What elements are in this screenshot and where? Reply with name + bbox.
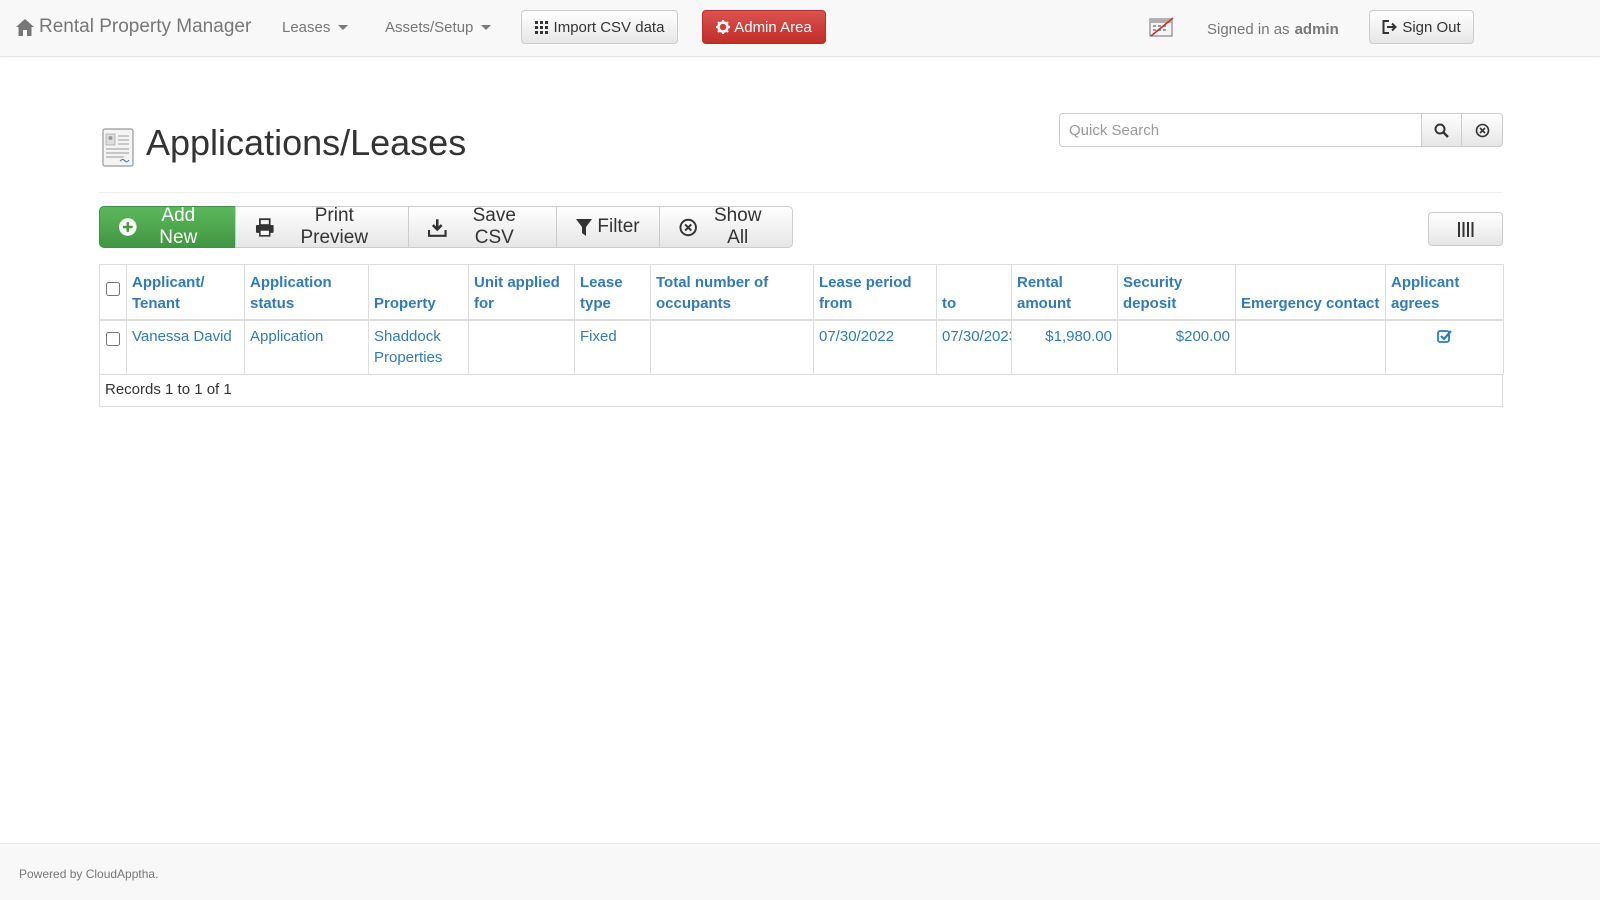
- column-chooser-button[interactable]: [1428, 212, 1503, 246]
- cell-deposit[interactable]: $200.00: [1117, 319, 1236, 375]
- add-new-label: Add New: [159, 205, 198, 248]
- column-header-property[interactable]: Property: [368, 264, 469, 321]
- filter-label: Filter: [597, 216, 640, 237]
- plus-circle-icon: [119, 218, 137, 236]
- applications-table: Applicant/ Tenant Application status Pro…: [99, 264, 1504, 375]
- document-icon: [100, 128, 136, 172]
- calendar-icon[interactable]: [1149, 16, 1175, 42]
- caret-down-icon: [338, 24, 349, 30]
- row-select-checkbox[interactable]: [106, 331, 120, 346]
- column-header-status[interactable]: Application status: [244, 264, 369, 321]
- column-header-occupants[interactable]: Total number of occupants: [650, 264, 814, 321]
- column-header-lease-type[interactable]: Lease type: [574, 264, 651, 321]
- select-all-cell: [99, 264, 127, 321]
- filter-button[interactable]: Filter: [556, 206, 660, 248]
- signed-in-text: Signed in as admin: [1207, 18, 1339, 40]
- checked-box-icon: [1437, 329, 1452, 343]
- table-header-row: Applicant/ Tenant Application status Pro…: [99, 264, 1504, 321]
- cell-agrees[interactable]: [1385, 319, 1504, 375]
- cell-rent[interactable]: $1,980.00: [1011, 319, 1118, 375]
- gear-icon: [716, 20, 731, 34]
- menu-leases[interactable]: Leases: [282, 16, 349, 38]
- cell-to[interactable]: 07/30/2023: [936, 319, 1012, 375]
- column-header-rent[interactable]: Rental amount: [1011, 264, 1118, 321]
- table-row[interactable]: Vanessa David Application Shaddock Prope…: [99, 319, 1504, 375]
- print-preview-label: Print Preview: [300, 205, 369, 248]
- add-new-button[interactable]: Add New: [99, 205, 236, 248]
- filter-icon: [576, 218, 593, 236]
- cell-tenant[interactable]: Vanessa David: [126, 319, 245, 375]
- action-toolbar: Add New Print Preview Save CSV Filter Sh…: [99, 205, 793, 248]
- download-icon: [428, 218, 447, 237]
- page-title: Applications/Leases: [146, 122, 467, 163]
- admin-area-label: Admin Area: [734, 18, 812, 36]
- column-header-to[interactable]: to: [936, 264, 1012, 321]
- column-header-emergency-contact[interactable]: Emergency contact: [1235, 264, 1386, 321]
- cell-property[interactable]: Shaddock Properties: [368, 319, 469, 375]
- caret-down-icon: [481, 24, 492, 30]
- cell-emergency-contact[interactable]: [1235, 319, 1386, 375]
- menu-assets-label: Assets/Setup: [385, 18, 474, 36]
- clear-circle-icon: [1475, 123, 1489, 137]
- show-all-button[interactable]: Show All: [659, 205, 793, 248]
- show-all-label: Show All: [713, 205, 762, 248]
- records-count: Records 1 to 1 of 1: [99, 375, 1503, 407]
- home-icon: [16, 18, 34, 36]
- import-csv-label: Import CSV data: [553, 18, 665, 36]
- import-csv-button[interactable]: Import CSV data: [521, 10, 678, 44]
- admin-area-button[interactable]: Admin Area: [702, 10, 826, 44]
- signed-in-username: admin: [1294, 20, 1339, 38]
- select-all-checkbox[interactable]: [106, 282, 120, 297]
- footer: Powered by CloudApptha.: [0, 843, 1600, 900]
- column-header-deposit[interactable]: Security deposit: [1117, 264, 1236, 321]
- header-divider: [99, 192, 1503, 193]
- cell-unit[interactable]: [468, 319, 575, 375]
- quick-search: [1059, 113, 1503, 147]
- cell-occupants[interactable]: [650, 319, 814, 375]
- search-icon: [1434, 123, 1449, 138]
- cell-status[interactable]: Application: [244, 319, 369, 375]
- sign-out-button[interactable]: Sign Out: [1369, 10, 1474, 44]
- cell-lease-type[interactable]: Fixed: [574, 319, 651, 375]
- column-header-tenant[interactable]: Applicant/ Tenant: [126, 264, 245, 321]
- menu-leases-label: Leases: [282, 18, 331, 36]
- row-select-cell: [99, 319, 127, 375]
- column-header-agrees[interactable]: Applicant agrees: [1385, 264, 1504, 321]
- grid-icon: [534, 20, 548, 34]
- sign-out-icon: [1382, 20, 1398, 34]
- column-header-from[interactable]: Lease period from: [813, 264, 937, 321]
- save-csv-button[interactable]: Save CSV: [408, 205, 557, 248]
- column-header-unit[interactable]: Unit applied for: [468, 264, 575, 321]
- search-button[interactable]: [1421, 113, 1462, 147]
- brand-link[interactable]: Rental Property Manager: [15, 12, 251, 42]
- sign-out-label: Sign Out: [1402, 18, 1461, 36]
- clear-search-button[interactable]: [1462, 113, 1503, 147]
- menu-assets-setup[interactable]: Assets/Setup: [385, 16, 492, 38]
- signed-in-prefix: Signed in as: [1207, 20, 1290, 38]
- clear-circle-icon: [679, 218, 697, 236]
- quick-search-input[interactable]: [1059, 113, 1421, 147]
- cell-from[interactable]: 07/30/2022: [813, 319, 937, 375]
- footer-text: Powered by CloudApptha.: [19, 867, 159, 881]
- print-icon: [255, 217, 274, 237]
- columns-icon: [1457, 221, 1473, 237]
- save-csv-label: Save CSV: [472, 205, 516, 248]
- applications-table-container: Applicant/ Tenant Application status Pro…: [99, 264, 1504, 407]
- top-navbar: Rental Property Manager Leases Assets/Se…: [0, 0, 1600, 57]
- print-preview-button[interactable]: Print Preview: [235, 205, 409, 248]
- brand-label: Rental Property Manager: [39, 16, 252, 37]
